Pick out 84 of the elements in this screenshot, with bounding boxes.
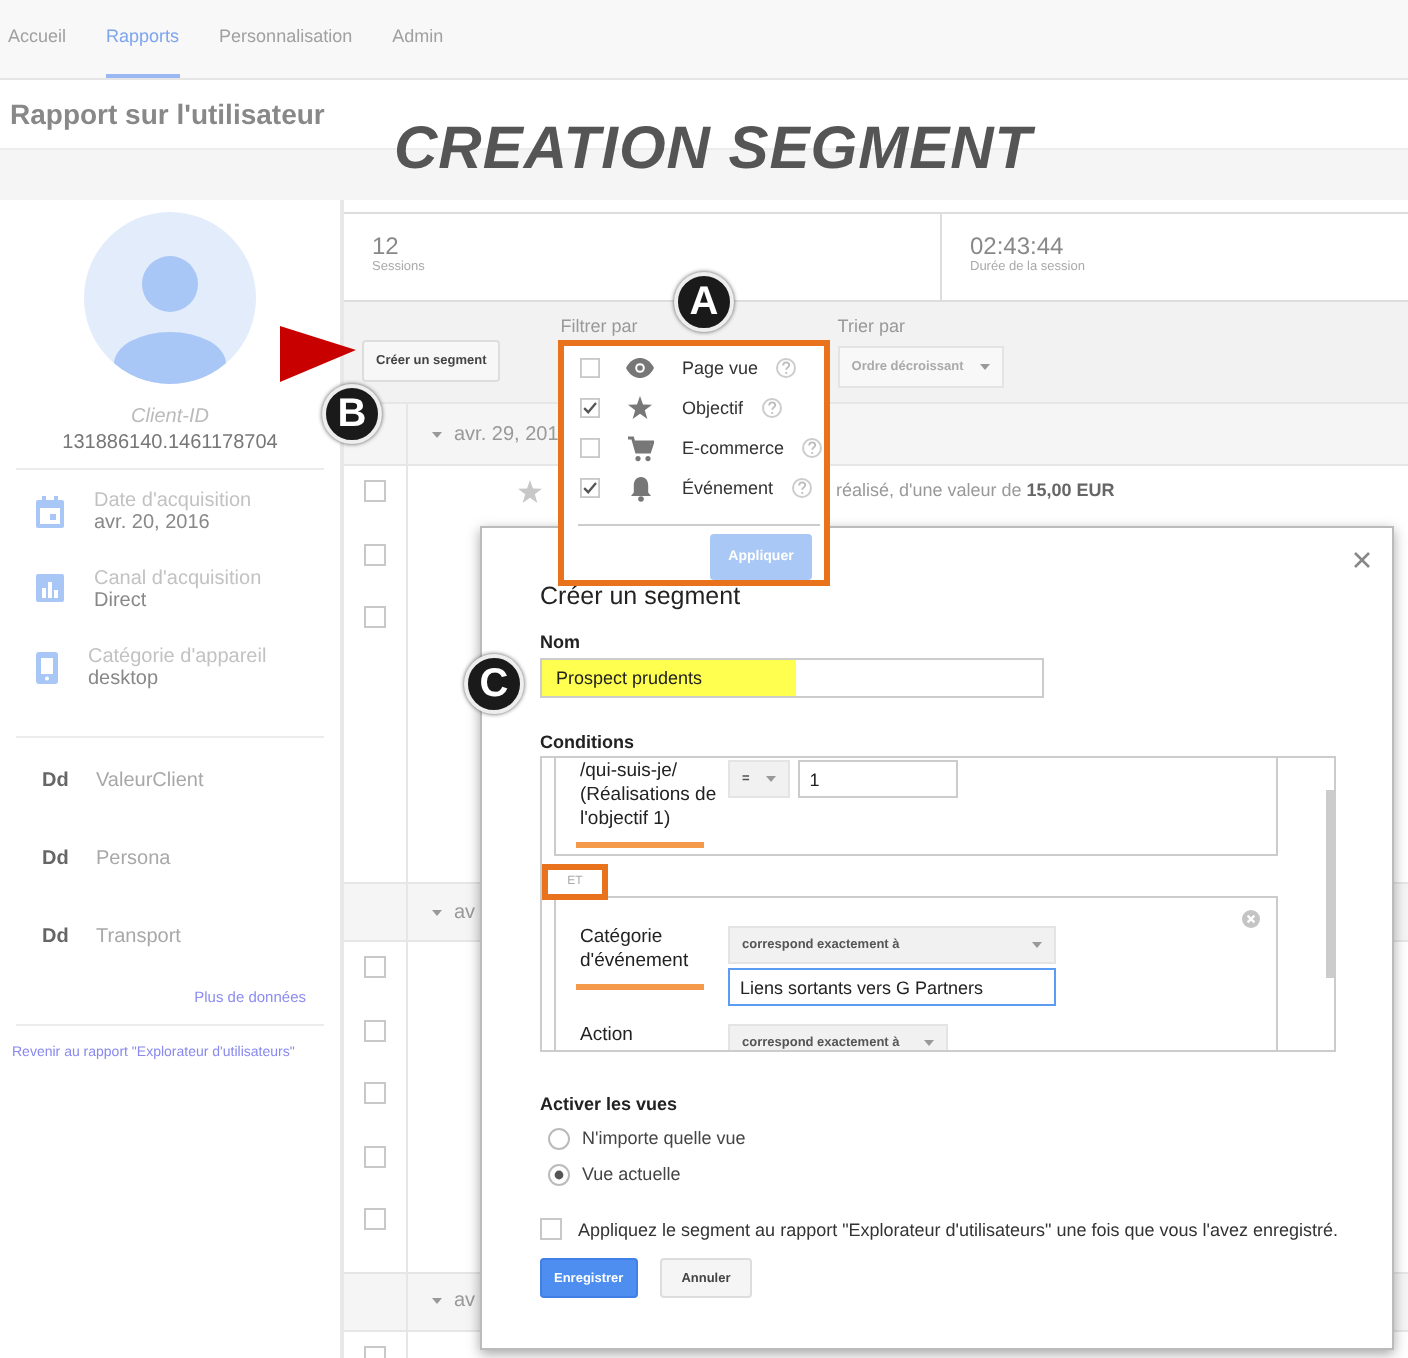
conditions-label: Conditions bbox=[540, 730, 636, 754]
name-field[interactable]: Prospect prudents bbox=[540, 658, 1044, 698]
help-icon[interactable] bbox=[761, 398, 782, 418]
pointer-arrow bbox=[280, 326, 356, 382]
row-checkbox[interactable] bbox=[364, 480, 386, 502]
help-icon[interactable] bbox=[776, 358, 797, 378]
detail-value: Direct bbox=[94, 590, 149, 612]
radio-button[interactable] bbox=[548, 1127, 570, 1149]
detail-label: Catégorie d'appareil bbox=[88, 646, 267, 668]
filter-checkbox[interactable] bbox=[580, 478, 600, 498]
bell-icon bbox=[629, 475, 651, 501]
value-field[interactable]: 1 bbox=[797, 760, 958, 798]
device-icon bbox=[36, 652, 58, 684]
nav-tab[interactable]: Personnalisation bbox=[219, 0, 353, 78]
dimension-label: Persona bbox=[96, 848, 171, 874]
condition-label: Action bbox=[580, 1024, 635, 1048]
detail-label: Date d'acquisition bbox=[94, 490, 252, 512]
row-checkbox[interactable] bbox=[364, 606, 386, 628]
caret-icon bbox=[432, 909, 442, 915]
filter-checkbox[interactable] bbox=[580, 438, 600, 458]
row-checkbox[interactable] bbox=[364, 1208, 386, 1230]
annotation-badge: B bbox=[322, 384, 382, 444]
detail-value: desktop bbox=[88, 668, 161, 690]
dimension-label: Transport bbox=[96, 926, 181, 952]
dimension-type-label: Dd bbox=[42, 770, 71, 796]
row-checkbox[interactable] bbox=[364, 1145, 386, 1167]
filter-checkbox[interactable] bbox=[580, 398, 600, 418]
cart-icon bbox=[627, 435, 653, 461]
nav-tab[interactable]: Accueil bbox=[8, 0, 67, 78]
date-heading: av bbox=[454, 901, 476, 923]
row-checkbox[interactable] bbox=[364, 543, 386, 565]
client-id: 131886140.1461178704 bbox=[60, 430, 280, 456]
stat-value: 02:43:44 bbox=[970, 232, 1066, 260]
radio-button[interactable] bbox=[548, 1163, 570, 1185]
filter-option-label: E-commerce bbox=[682, 438, 785, 458]
value-field[interactable]: Liens sortants vers G Partners bbox=[728, 968, 1056, 1006]
filter-option-label: Page vue bbox=[682, 358, 759, 378]
nav-tab[interactable]: Admin bbox=[392, 0, 444, 78]
activity-text: réalisé, d'une valeur de 15,00 EUR bbox=[836, 480, 1115, 500]
dialog-title: Créer un segment bbox=[540, 580, 743, 612]
bar-chart-icon bbox=[36, 574, 64, 602]
avatar-icon bbox=[84, 212, 256, 384]
name-label: Nom bbox=[540, 630, 582, 654]
help-icon[interactable] bbox=[802, 438, 823, 458]
nav-tab[interactable]: Rapports bbox=[106, 0, 180, 78]
detail-label: Canal d'acquisition bbox=[94, 568, 262, 590]
page-title: Rapport sur l'utilisateur bbox=[10, 98, 325, 130]
radio-label: Vue actuelle bbox=[582, 1164, 681, 1184]
scrollbar[interactable] bbox=[1326, 790, 1334, 978]
row-checkbox[interactable] bbox=[364, 1082, 386, 1104]
apply-option-label: Appliquez le segment au rapport "Explorateur d'utilisateurs" une fois que vous l'avez enregistré. bbox=[578, 1219, 1339, 1239]
star-icon bbox=[628, 396, 652, 420]
views-label: Activer les vues bbox=[540, 1092, 680, 1116]
calendar-icon bbox=[36, 496, 64, 528]
eye-icon bbox=[626, 358, 654, 378]
help-icon[interactable] bbox=[791, 478, 812, 498]
caret-icon bbox=[979, 364, 990, 370]
star-icon bbox=[518, 480, 542, 504]
condition-label: /qui-suis-je/ (Réalisations de l'objectif 1) bbox=[580, 760, 719, 832]
detail-value: avr. 20, 2016 bbox=[94, 512, 212, 534]
dimension-type-label: Dd bbox=[42, 848, 71, 874]
date-heading: av bbox=[454, 1290, 476, 1312]
dimension-label: ValeurClient bbox=[96, 770, 204, 796]
radio-label: N'importe quelle vue bbox=[582, 1128, 746, 1148]
annotation-title: CREATION SEGMENT bbox=[394, 116, 1033, 184]
filter-option-label: Objectif bbox=[682, 398, 744, 418]
row-checkbox[interactable] bbox=[364, 956, 386, 978]
filter-label: Filtrer par bbox=[560, 316, 638, 338]
sort-label: Trier par bbox=[837, 316, 907, 338]
caret-icon bbox=[765, 776, 776, 782]
row-checkbox[interactable] bbox=[364, 1019, 386, 1041]
caret-icon bbox=[432, 1298, 442, 1304]
client-id-label: Client-ID bbox=[129, 404, 211, 430]
dimension-type-label: Dd bbox=[42, 926, 71, 952]
date-heading: avr. 29, 201 bbox=[454, 423, 559, 445]
caret-icon bbox=[432, 431, 442, 437]
stat-value: 12 bbox=[372, 232, 401, 260]
close-icon[interactable] bbox=[1354, 552, 1370, 568]
condition-label: Catégorie d'événement bbox=[580, 926, 691, 974]
caret-icon bbox=[924, 1040, 934, 1046]
apply-checkbox[interactable] bbox=[540, 1218, 562, 1240]
filter-option-label: Événement bbox=[682, 478, 774, 498]
filter-checkbox[interactable] bbox=[580, 358, 600, 378]
remove-icon[interactable] bbox=[1242, 910, 1260, 928]
